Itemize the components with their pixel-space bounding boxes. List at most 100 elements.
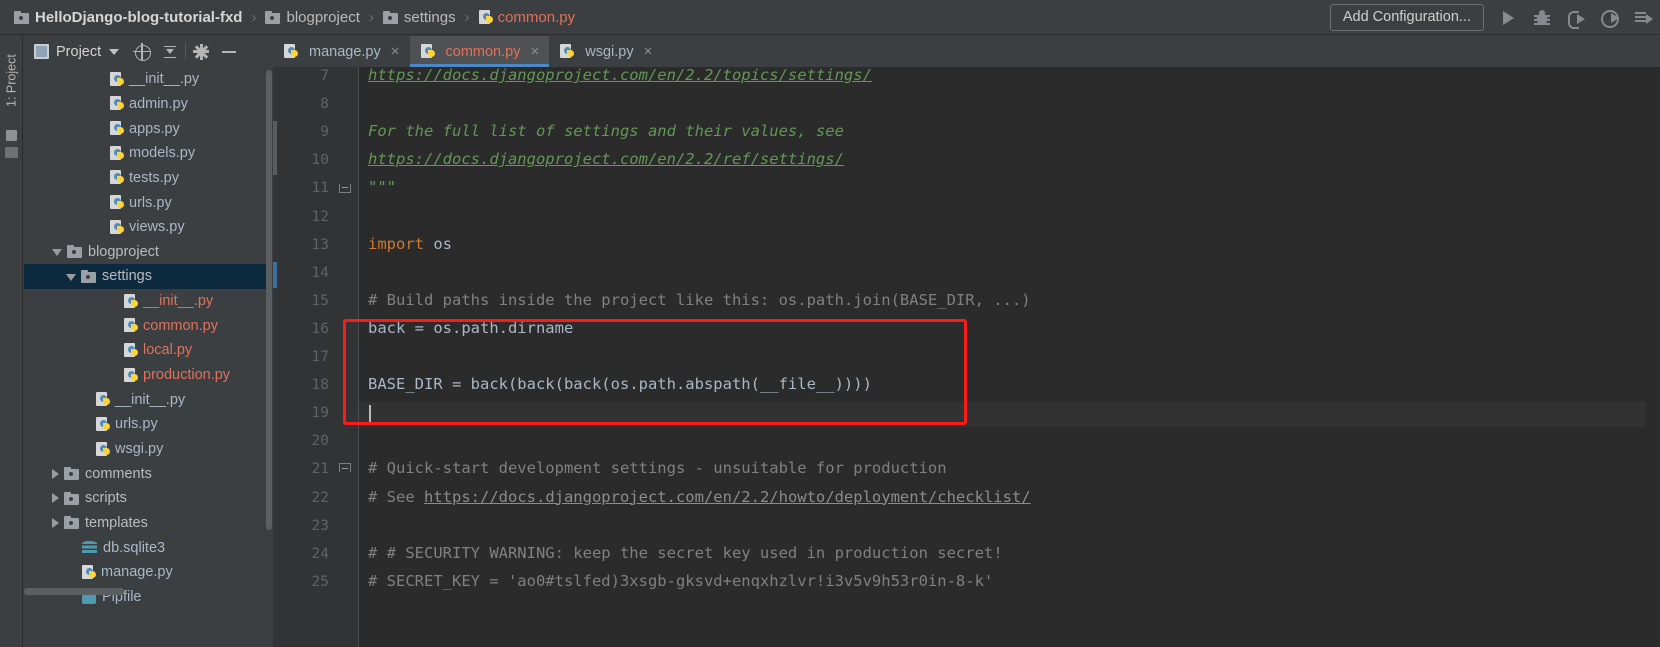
collapse-all-icon[interactable] — [161, 43, 179, 61]
tree-item-label: wsgi.py — [115, 441, 164, 458]
structure-tool-icon[interactable] — [6, 130, 17, 141]
code-token: # # SECURITY WARNING: keep the secret ke… — [368, 543, 1003, 562]
sidebar-item-project-tab[interactable]: 1: Project — [2, 39, 21, 123]
breadcrumb-item-common-py[interactable]: common.py — [478, 0, 575, 35]
chevron-down-icon[interactable] — [109, 48, 120, 55]
more-run-options-icon[interactable] — [1634, 8, 1654, 28]
chevron-right-icon[interactable] — [52, 493, 59, 504]
editor-tab-label: manage.py — [309, 43, 381, 60]
tree-item[interactable]: local.py — [24, 338, 272, 363]
close-icon[interactable]: × — [644, 44, 653, 59]
add-configuration-button[interactable]: Add Configuration... — [1329, 4, 1484, 31]
tree-item-label: settings — [102, 268, 152, 285]
chevron-down-icon[interactable] — [66, 273, 76, 281]
tree-item-label: blogproject — [88, 243, 159, 260]
pycharm-window: HelloDjango-blog-tutorial-fxd › blogproj… — [0, 0, 1660, 647]
tree-item[interactable]: templates — [24, 511, 272, 536]
tree-item[interactable]: views.py — [24, 215, 272, 240]
code-token[interactable]: https://docs.djangoproject.com/en/2.2/ho… — [424, 488, 1031, 506]
line-number: 23 — [311, 517, 329, 534]
database-icon — [82, 540, 97, 555]
editor-tab[interactable]: common.py × — [409, 36, 550, 67]
chevron-right-icon[interactable] — [52, 517, 59, 528]
python-file-icon — [110, 170, 124, 185]
settings-gear-icon[interactable] — [192, 42, 211, 61]
editor-gutter[interactable]: 7 8 9 10 11 12 13 14 15 16 17 18 19 20 21 22 23 24 25 — [273, 67, 359, 647]
tree-item[interactable]: urls.py — [24, 412, 272, 437]
chevron-right-icon[interactable] — [52, 468, 59, 479]
code-token: BASE_DIR = back(back(back(os.path.abspat… — [368, 375, 872, 394]
tree-item-label: models.py — [129, 145, 196, 162]
breadcrumb-item-root[interactable]: HelloDjango-blog-tutorial-fxd — [14, 0, 242, 35]
chevron-down-icon[interactable] — [52, 249, 62, 257]
tree-item[interactable]: manage.py — [24, 560, 272, 585]
breadcrumb-item-settings[interactable]: settings — [382, 0, 456, 35]
tree-item[interactable]: __init__.py — [24, 67, 272, 92]
tree-item-label: tests.py — [129, 169, 179, 186]
tree-item[interactable]: models.py — [24, 141, 272, 166]
tree-item[interactable]: blogproject — [24, 240, 272, 265]
tree-item[interactable]: admin.py — [24, 92, 272, 117]
tree-item[interactable]: scripts — [24, 486, 272, 511]
tree-item[interactable]: urls.py — [24, 190, 272, 215]
tree-item[interactable]: tests.py — [24, 166, 272, 191]
line-number: 20 — [311, 433, 329, 450]
tree-item[interactable]: db.sqlite3 — [24, 535, 272, 560]
favorites-tool-icon[interactable] — [5, 147, 18, 158]
tree-item-label: comments — [85, 465, 152, 482]
code-line: import os — [368, 235, 452, 253]
close-icon[interactable]: × — [391, 44, 400, 59]
tree-item-label: urls.py — [115, 416, 158, 433]
breadcrumb-separator: › — [251, 8, 257, 26]
python-file-icon — [110, 96, 124, 111]
code-editor[interactable]: 7 8 9 10 11 12 13 14 15 16 17 18 19 20 21 22 23 24 25 http… — [273, 67, 1660, 647]
tree-item-label: common.py — [143, 317, 218, 334]
python-file-icon — [560, 44, 575, 59]
code-line: # # SECURITY WARNING: keep the secret ke… — [368, 544, 1003, 562]
folder-icon — [14, 10, 29, 24]
editor-tab[interactable]: wsgi.py × — [549, 36, 662, 67]
project-tree[interactable]: __init__.py admin.py apps.py models.py tests… — [24, 67, 272, 647]
run-coverage-icon[interactable] — [1566, 8, 1586, 29]
code-content[interactable]: https://docs.djangoproject.com/en/2.2/to… — [359, 67, 1660, 647]
code-fold-icon[interactable] — [339, 182, 351, 194]
code-line: back = os.path.dirname — [368, 319, 573, 337]
tree-item[interactable]: production.py — [24, 363, 272, 388]
select-opened-file-icon[interactable] — [133, 42, 152, 61]
code-token[interactable]: https://docs.djangoproject.com/en/2.2/to… — [368, 67, 872, 84]
code-token[interactable]: https://docs.djangoproject.com/en/2.2/re… — [368, 150, 844, 168]
line-number: 13 — [311, 236, 329, 253]
debug-icon[interactable] — [1532, 7, 1552, 28]
tree-item[interactable]: settings — [24, 264, 272, 289]
profile-icon[interactable] — [1600, 8, 1620, 28]
tree-item[interactable]: __init__.py — [24, 387, 272, 412]
line-number: 9 — [320, 124, 329, 141]
tree-item[interactable]: common.py — [24, 314, 272, 339]
tree-item-label: urls.py — [129, 194, 172, 211]
code-line: """ — [368, 178, 396, 196]
project-tree-scrollbar[interactable] — [266, 70, 272, 530]
editor-tab[interactable]: manage.py × — [273, 36, 410, 67]
left-tool-strip: 1: Project — [0, 35, 23, 647]
tree-item[interactable]: comments — [24, 461, 272, 486]
code-fold-icon[interactable] — [339, 463, 351, 474]
hide-panel-icon[interactable] — [220, 43, 238, 61]
close-icon[interactable]: × — [530, 44, 539, 59]
breadcrumb-item-blogproject[interactable]: blogproject — [265, 0, 360, 35]
run-toolbar: Add Configuration... — [1329, 0, 1654, 35]
tree-item[interactable]: wsgi.py — [24, 437, 272, 462]
tree-item-label: production.py — [143, 367, 231, 384]
python-file-icon — [110, 195, 124, 210]
breadcrumb-separator: › — [368, 8, 374, 26]
tree-item[interactable]: __init__.py — [24, 289, 272, 314]
run-icon[interactable] — [1498, 8, 1518, 28]
project-tree-horizontal-scrollbar[interactable] — [24, 588, 124, 595]
line-number: 24 — [311, 545, 329, 562]
code-token: # Build paths inside the project like th… — [368, 290, 1031, 309]
tree-item[interactable]: apps.py — [24, 116, 272, 141]
code-line: # SECRET_KEY = 'ao0#tslfed)3xsgb-gksvd+e… — [368, 572, 993, 590]
